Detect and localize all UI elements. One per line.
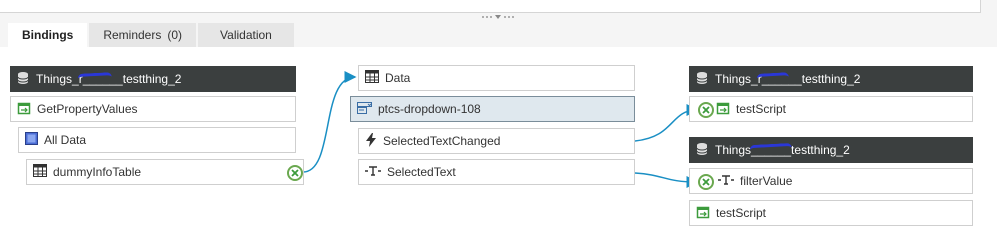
data-node[interactable]: Data (358, 65, 635, 91)
unbind-icon[interactable] (698, 174, 714, 190)
parameter-name: filterValue (740, 174, 793, 188)
wire-property-to-param (634, 172, 699, 188)
bindings-canvas: Things_r______testthing_2 GetPropertyVal… (0, 47, 997, 250)
service-icon (716, 101, 730, 118)
service-name: testScript (736, 102, 787, 116)
reminders-count: (0) (167, 28, 183, 42)
service-name: GetPropertyValues (37, 102, 138, 116)
parameter-node-filtervalue[interactable]: filterValue (689, 168, 973, 194)
database-icon (16, 71, 30, 88)
wire-infotable-to-data (302, 71, 357, 173)
service-node-getpropertyvalues[interactable]: GetPropertyValues (10, 96, 296, 122)
all-data-label: All Data (44, 133, 87, 147)
unbind-icon[interactable] (698, 102, 714, 118)
service-icon (17, 101, 31, 118)
widget-node-dropdown[interactable]: ptcs-dropdown-108 (350, 96, 635, 122)
wire-event-to-service (634, 104, 699, 142)
database-icon (695, 142, 709, 159)
service-name: testScript (716, 206, 767, 220)
service-node-testscript-2[interactable]: testScript (689, 200, 973, 226)
tab-reminders[interactable]: Reminders (0) (89, 23, 199, 47)
infotable-name: dummyInfoTable (53, 165, 142, 179)
chevron-down-icon[interactable] (495, 15, 501, 19)
all-data-node[interactable]: All Data (18, 127, 296, 153)
redaction-scribble (77, 72, 113, 89)
table-icon (365, 70, 379, 86)
all-data-icon (25, 132, 38, 148)
text-property-icon (718, 174, 734, 189)
thing-header-right-1[interactable]: Things_r______testthing_2 (689, 66, 973, 92)
redaction-scribble (756, 72, 790, 89)
splitter-handle[interactable] (468, 13, 528, 21)
event-node[interactable]: SelectedTextChanged (358, 128, 635, 154)
tab-bar: Bindings Reminders (0) Validation (8, 23, 296, 47)
thing-header-right-2[interactable]: Things______testthing_2 (689, 137, 973, 163)
infotable-node[interactable]: dummyInfoTable (26, 159, 304, 185)
unbind-icon[interactable] (287, 165, 303, 181)
tab-bindings[interactable]: Bindings (8, 23, 90, 47)
widget-name: ptcs-dropdown-108 (378, 102, 481, 116)
text-property-icon (365, 165, 381, 180)
data-label: Data (385, 71, 411, 85)
redaction-scribble (749, 142, 793, 161)
database-icon (695, 71, 709, 88)
table-icon (33, 164, 47, 180)
property-node[interactable]: SelectedText (358, 159, 635, 185)
service-node-testscript-1[interactable]: testScript (689, 96, 973, 122)
event-name: SelectedTextChanged (383, 134, 501, 148)
thing-header-left[interactable]: Things_r______testthing_2 (10, 66, 296, 92)
top-panel (0, 0, 981, 13)
tab-validation[interactable]: Validation (198, 23, 296, 47)
service-icon (696, 205, 710, 222)
property-name: SelectedText (387, 165, 456, 179)
lightning-icon (365, 132, 377, 150)
dropdown-widget-icon (357, 101, 372, 118)
